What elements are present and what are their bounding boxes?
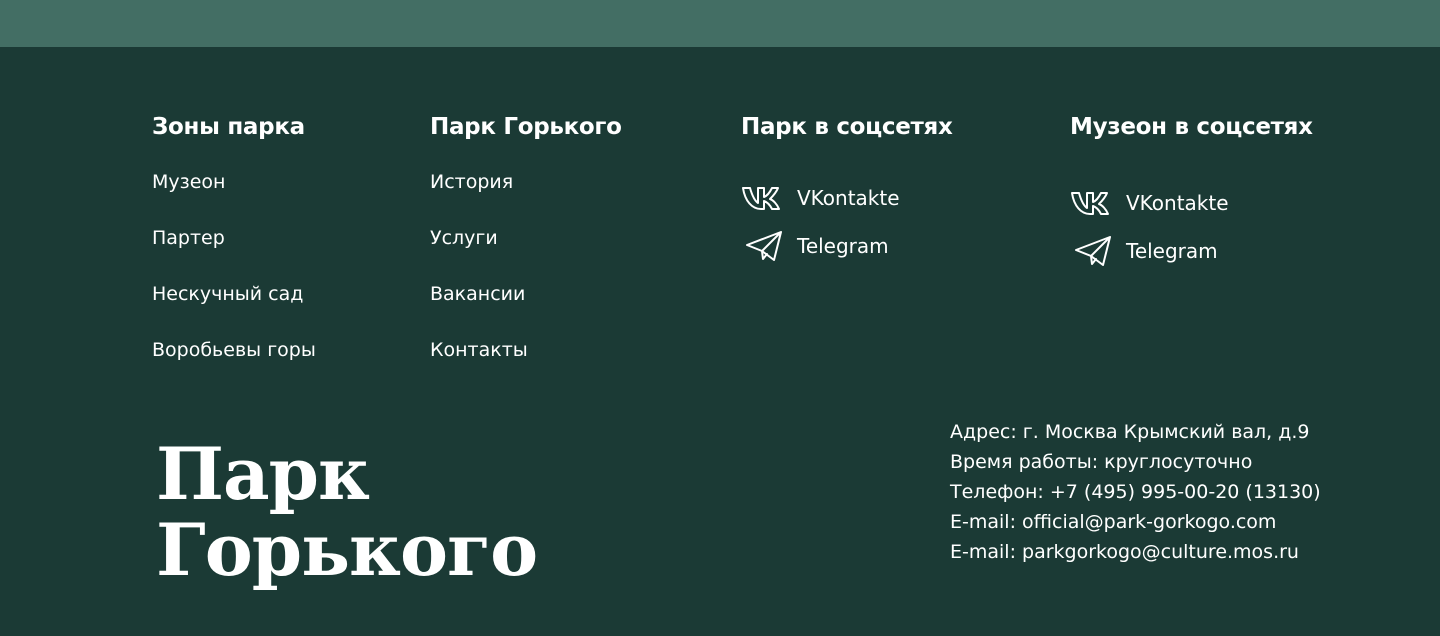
zones-heading: Зоны парка [152,114,305,140]
contact-email-1[interactable]: E-mail: official@park-gorkogo.com [950,507,1321,537]
zone-link-vorobyovy[interactable]: Воробьевы горы [152,338,316,394]
museon-telegram-label: Telegram [1126,239,1218,263]
vk-icon [741,182,789,214]
park-social-heading: Парк в соцсетях [741,114,953,140]
park-link-history[interactable]: История [430,170,622,226]
park-vk-label: VKontakte [797,186,900,210]
zone-link-parter[interactable]: Партер [152,226,316,282]
footer-column-museon-social: Музеон в соцсетях VKontakte Telegram [1070,112,1313,279]
logo-line-1: Парк [156,431,370,516]
park-link-vacancies[interactable]: Вакансии [430,282,622,338]
contacts-block: Адрес: г. Москва Крымский вал, д.9 Время… [950,417,1321,567]
footer-column-park: Парк Горького История Услуги Вакансии Ко… [430,112,622,394]
contact-address: Адрес: г. Москва Крымский вал, д.9 [950,421,1310,443]
park-logo[interactable]: Парк Горького [156,431,538,592]
museon-social-heading: Музеон в соцсетях [1070,114,1313,140]
park-link-contacts[interactable]: Контакты [430,338,622,394]
contact-hours: Время работы: круглосуточно [950,451,1253,473]
park-link-services[interactable]: Услуги [430,226,622,282]
museon-telegram-link[interactable]: Telegram [1070,223,1313,279]
park-telegram-link[interactable]: Telegram [741,218,953,274]
telegram-icon [741,230,789,262]
contact-phone[interactable]: Телефон: +7 (495) 995-00-20 (13130) [950,477,1321,507]
zone-link-museon[interactable]: Музеон [152,170,316,226]
telegram-icon [1070,235,1118,267]
logo-line-2: Горького [156,507,538,592]
top-strip [0,0,1440,47]
zone-link-neskuchny[interactable]: Нескучный сад [152,282,316,338]
footer-column-park-social: Парк в соцсетях VKontakte Telegram [741,112,953,274]
park-telegram-label: Telegram [797,234,889,258]
vk-icon [1070,187,1118,219]
footer-column-zones: Зоны парка Музеон Партер Нескучный сад В… [152,112,316,394]
museon-vk-label: VKontakte [1126,191,1229,215]
park-heading: Парк Горького [430,114,622,140]
contact-email-2[interactable]: E-mail: parkgorkogo@culture.mos.ru [950,537,1321,567]
